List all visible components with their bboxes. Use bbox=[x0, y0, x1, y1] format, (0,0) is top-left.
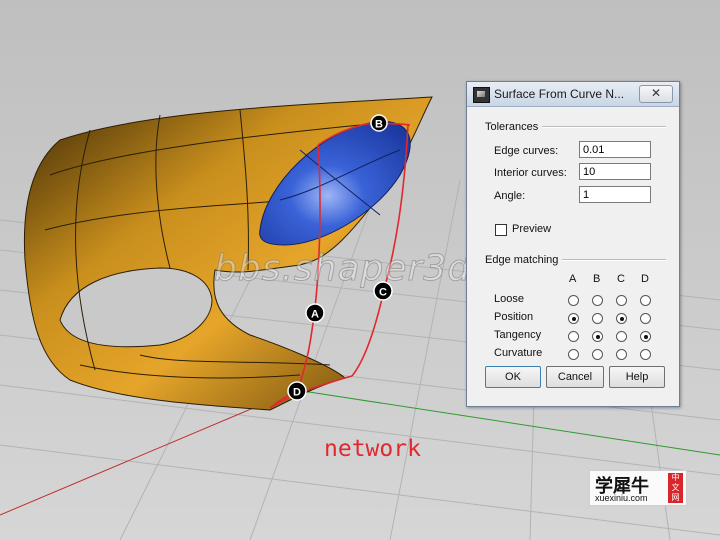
preview-label[interactable]: Preview bbox=[512, 223, 551, 235]
radio-curvature-a[interactable] bbox=[568, 349, 579, 360]
radio-curvature-b[interactable] bbox=[592, 349, 603, 360]
svg-text:D: D bbox=[293, 387, 301, 399]
curve-marker-d[interactable]: D bbox=[287, 381, 307, 401]
radio-position-d[interactable] bbox=[640, 313, 651, 324]
dialog-body: Tolerances Edge curves: Interior curves:… bbox=[472, 110, 674, 400]
row-label-loose: Loose bbox=[494, 293, 524, 305]
radio-position-c[interactable] bbox=[616, 313, 627, 324]
radio-position-a[interactable] bbox=[568, 313, 579, 324]
column-d-header: D bbox=[641, 273, 649, 285]
edge-matching-divider bbox=[558, 259, 666, 261]
angle-input[interactable] bbox=[579, 186, 651, 203]
logo-url: xuexiniu.com bbox=[595, 493, 648, 503]
column-c-header: C bbox=[617, 273, 625, 285]
radio-loose-a[interactable] bbox=[568, 295, 579, 306]
dialog-title: Surface From Curve N... bbox=[494, 87, 625, 101]
column-b-header: B bbox=[593, 273, 601, 285]
cancel-button[interactable]: Cancel bbox=[546, 366, 604, 388]
curve-marker-a[interactable]: A bbox=[305, 303, 325, 323]
radio-curvature-c[interactable] bbox=[616, 349, 627, 360]
svg-text:A: A bbox=[311, 309, 319, 321]
ok-button[interactable]: OK bbox=[485, 366, 541, 388]
app-icon bbox=[473, 87, 490, 103]
edge-curves-input[interactable] bbox=[579, 141, 651, 158]
surface-from-curve-network-dialog: Surface From Curve N... ✕ Tolerances Edg… bbox=[466, 81, 680, 407]
radio-loose-d[interactable] bbox=[640, 295, 651, 306]
edge-matching-heading: Edge matching bbox=[485, 254, 563, 266]
help-button[interactable]: Help bbox=[609, 366, 665, 388]
radio-curvature-d[interactable] bbox=[640, 349, 651, 360]
curve-marker-b[interactable]: B bbox=[370, 114, 388, 132]
tolerances-divider bbox=[542, 126, 666, 128]
radio-loose-b[interactable] bbox=[592, 295, 603, 306]
radio-loose-c[interactable] bbox=[616, 295, 627, 306]
close-button[interactable]: ✕ bbox=[639, 85, 673, 103]
dialog-titlebar[interactable]: Surface From Curve N... ✕ bbox=[467, 82, 679, 107]
row-label-tangency: Tangency bbox=[494, 329, 542, 341]
site-logo: 学犀牛 xuexiniu.com 中文网 bbox=[589, 470, 687, 506]
edge-curves-label: Edge curves: bbox=[494, 145, 559, 157]
logo-badge: 中文网 bbox=[668, 473, 683, 503]
radio-position-b[interactable] bbox=[592, 313, 603, 324]
svg-text:B: B bbox=[375, 119, 383, 131]
interior-curves-input[interactable] bbox=[579, 163, 651, 180]
angle-label: Angle: bbox=[494, 190, 526, 202]
column-a-header: A bbox=[569, 273, 577, 285]
row-label-position: Position bbox=[494, 311, 534, 323]
radio-tangency-b[interactable] bbox=[592, 331, 603, 342]
interior-curves-label: Interior curves: bbox=[494, 167, 567, 179]
radio-tangency-a[interactable] bbox=[568, 331, 579, 342]
tolerances-heading: Tolerances bbox=[485, 121, 543, 133]
row-label-curvature: Curvature bbox=[494, 347, 543, 359]
preview-checkbox[interactable] bbox=[495, 224, 507, 236]
radio-tangency-d[interactable] bbox=[640, 331, 651, 342]
radio-tangency-c[interactable] bbox=[616, 331, 627, 342]
caption-network: network bbox=[324, 436, 421, 462]
